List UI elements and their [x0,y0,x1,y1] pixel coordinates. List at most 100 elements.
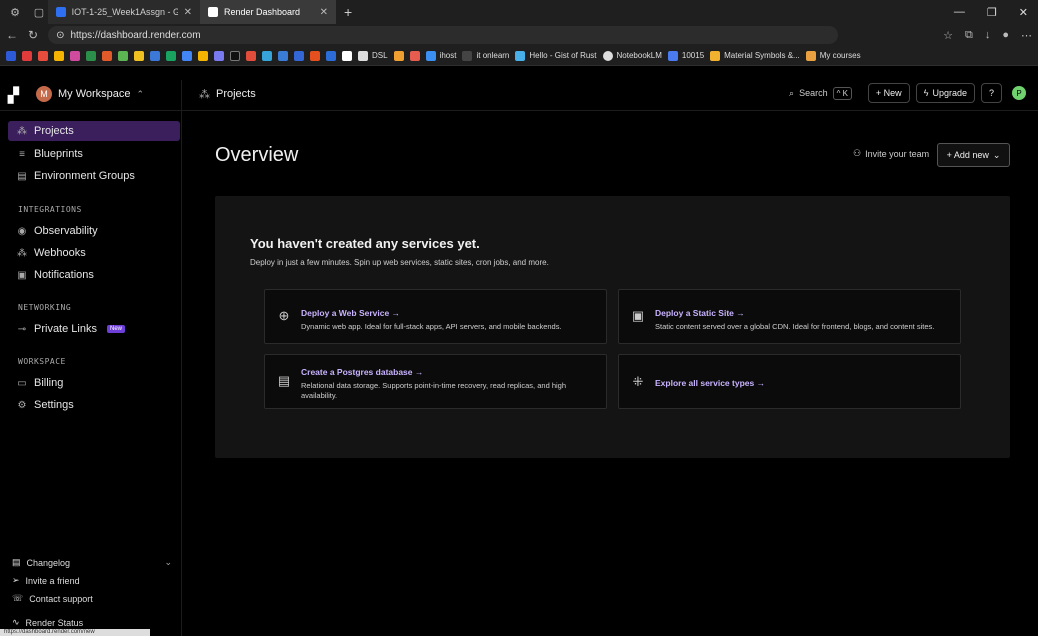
extensions-icon[interactable]: ⧉ [965,29,973,42]
sidebar-item-notifications[interactable]: ▣ Notifications [8,265,180,285]
favorite-icon[interactable]: ☆ [943,29,953,42]
bookmark-icon [710,50,721,61]
close-icon[interactable]: ✕ [184,7,192,18]
changelog-icon: ▤ [12,557,21,567]
url-text: https://dashboard.render.com [70,29,201,41]
bookmark-dsl[interactable]: DSL [358,50,388,61]
sidebar-contact-support[interactable]: ☏ Contact support [12,593,93,604]
search-button[interactable]: ⌕ Search ^ K [789,86,852,100]
restore-icon[interactable]: ❐ [987,6,997,19]
sidebar-item-private-links[interactable]: ⊸ Private Links New [8,319,180,339]
bookmarks-bar: DSL ihost it onlearn Hello - Gist of Rus… [0,46,1038,66]
page-title: Overview [215,144,299,166]
bookmark-icon[interactable] [198,50,208,61]
user-avatar[interactable]: P [1012,86,1026,100]
github-icon[interactable] [342,50,352,61]
bookmark-icon[interactable] [326,50,336,61]
bookmark-label: ihost [439,51,457,60]
bookmark-icon[interactable] [393,50,404,61]
bookmark-gist-of-rust[interactable]: Hello - Gist of Rust [515,50,597,61]
new-badge: New [106,325,125,333]
bookmark-icon[interactable] [166,50,176,61]
new-tab-icon[interactable]: + [344,4,352,20]
invite-team-button[interactable]: ⚇ Invite your team [853,148,929,159]
sidebar-item-projects[interactable]: ⁂ Projects [8,121,180,141]
bookmark-icon[interactable] [22,50,32,61]
card-postgres[interactable]: ▤ Create a Postgres database → Relationa… [264,354,607,409]
bookmark-icon[interactable] [182,50,192,61]
bookmark-notebooklm[interactable]: NotebookLM [602,50,662,61]
bookmark-ihost[interactable]: ihost [425,50,457,61]
new-button[interactable]: + New [867,83,910,103]
bookmark-icon[interactable] [262,50,272,61]
sidebar-item-settings[interactable]: ⚙ Settings [8,395,180,415]
bookmark-icon[interactable] [102,50,112,61]
sidebar-item-billing[interactable]: ▭ Billing [8,373,180,393]
docs-favicon-icon [56,7,66,17]
webhooks-icon: ⁂ [17,247,27,259]
bookmark-10015[interactable]: 10015 [667,50,704,61]
sidebar-item-blueprints[interactable]: ≡ Blueprints [8,144,180,164]
close-window-icon[interactable]: ✕ [1019,6,1028,19]
help-button[interactable]: ? [980,83,1002,103]
bookmark-icon[interactable] [86,50,96,61]
changelog-label: Changelog [26,557,71,568]
settings-icon: ⚙ [17,399,27,411]
upgrade-button[interactable]: ϟ Upgrade [915,83,975,103]
profile-icon[interactable]: ● [1002,29,1009,41]
back-icon[interactable]: ← [6,28,18,42]
add-new-label: + Add new [946,150,989,160]
sidebar-render-status[interactable]: ∿ Render Status [12,617,83,628]
minimize-icon[interactable]: — [954,6,965,19]
browser-tab-docs[interactable]: IOT-1-25_Week1Assgn - Google ✕ [48,0,200,24]
sidebar-item-label: Settings [34,399,74,411]
sidebar-item-observability[interactable]: ◉ Observability [8,221,180,241]
breadcrumb-projects: Projects [216,88,256,100]
sidebar-item-webhooks[interactable]: ⁂ Webhooks [8,243,180,263]
bookmark-icon[interactable] [409,50,420,61]
add-new-button[interactable]: + Add new ⌄ [937,143,1010,167]
bookmark-label: Hello - Gist of Rust [529,51,597,60]
card-explore-services[interactable]: ⁜ Explore all service types → [618,354,961,409]
tab-actions-icon[interactable]: ▢ [30,3,48,21]
bookmark-label: My courses [819,51,861,60]
browser-tab-render[interactable]: Render Dashboard ✕ [200,0,336,24]
card-title: Deploy a Static Site → [655,308,745,318]
bookmark-icon[interactable] [294,50,304,61]
bookmark-icon[interactable] [278,50,288,61]
bookmark-icon[interactable] [134,50,144,61]
bookmark-icon[interactable] [246,50,256,61]
sidebar-invite-friend[interactable]: ➢ Invite a friend [12,575,80,586]
add-user-icon: ⚇ [853,148,862,158]
downloads-icon[interactable]: ↓ [985,29,991,41]
bookmark-icon[interactable] [6,50,16,61]
send-icon: ➢ [12,575,20,585]
bookmark-icon[interactable] [230,50,240,61]
browser-settings-icon[interactable]: ⚙ [6,3,24,21]
render-favicon-icon [208,7,218,17]
bookmark-icon[interactable] [310,50,320,61]
bookmark-icon[interactable] [118,50,128,61]
sidebar-item-environment-groups[interactable]: ▤ Environment Groups [8,166,180,186]
card-web-service[interactable]: ⊕ Deploy a Web Service → Dynamic web app… [264,289,607,344]
url-field[interactable]: ⊙ https://dashboard.render.com [48,26,839,44]
close-icon[interactable]: ✕ [320,7,328,18]
render-status-label: Render Status [25,617,84,628]
bookmark-icon[interactable] [54,50,64,61]
bookmark-it-onlearn[interactable]: it onlearn [462,50,510,61]
more-icon[interactable]: ⋯ [1021,29,1032,42]
workspace-switcher[interactable]: M My Workspace ⌃ [36,86,144,102]
bookmark-icon[interactable] [70,50,80,61]
bookmark-icon[interactable] [214,50,224,61]
bookmark-material-symbols[interactable]: Material Symbols &... [710,50,800,61]
bookmark-my-courses[interactable]: My courses [805,50,861,61]
breadcrumb[interactable]: ⁂ Projects [199,80,256,108]
bookmark-icon[interactable] [38,50,48,61]
site-info-icon[interactable]: ⊙ [56,30,64,41]
bookmark-icon[interactable] [150,50,160,61]
card-static-site[interactable]: ▣ Deploy a Static Site → Static content … [618,289,961,344]
sidebar-changelog[interactable]: ▤ Changelog ⌄ [12,557,172,568]
bookmark-label: it onlearn [476,51,510,60]
reload-icon[interactable]: ↻ [28,28,38,42]
render-logo-icon[interactable]: ▞ [8,87,22,103]
